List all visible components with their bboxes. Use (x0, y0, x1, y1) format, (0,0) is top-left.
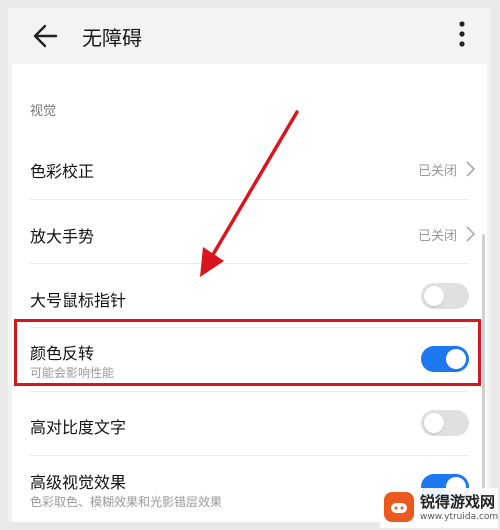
header-divider (12, 64, 487, 74)
setting-label: 高对比度文字 (30, 418, 127, 437)
more-options-icon[interactable] (452, 14, 472, 56)
setting-label: 大号鼠标指针 (30, 291, 127, 310)
watermark-url: www.ytruida.com (420, 512, 499, 522)
watermark: 锐得游戏网 www.ytruida.com (380, 488, 498, 528)
section-title-vision: 视觉 (30, 104, 57, 119)
setting-high-contrast-text: 高对比度文字 (12, 391, 487, 455)
setting-label: 高级视觉效果 (30, 473, 127, 492)
scrollbar[interactable] (482, 234, 485, 522)
chevron-right-icon (463, 160, 477, 178)
watermark-logo-icon (384, 492, 414, 522)
large-pointer-toggle[interactable] (421, 283, 469, 309)
app-bar: 无障碍 (8, 8, 491, 64)
chevron-right-icon (463, 225, 477, 243)
watermark-name: 锐得游戏网 (420, 493, 496, 511)
setting-label: 放大手势 (30, 227, 95, 246)
setting-label: 色彩校正 (30, 162, 95, 181)
back-arrow-icon[interactable] (30, 16, 62, 56)
setting-description: 色彩取色、模糊效果和光影错层效果 (30, 495, 223, 509)
settings-list: 视觉 色彩校正 已关闭 放大手势 已关闭 大号鼠标指针 颜色反转 可能会影响性能… (12, 74, 487, 522)
setting-status: 已关闭 (417, 229, 457, 244)
setting-color-correction[interactable]: 色彩校正 已关闭 (12, 134, 487, 198)
setting-status: 已关闭 (417, 164, 457, 179)
setting-magnification-gesture[interactable]: 放大手势 已关闭 (12, 199, 487, 263)
page-title: 无障碍 (82, 26, 142, 50)
high-contrast-toggle[interactable] (421, 410, 469, 436)
screen: 无障碍 视觉 色彩校正 已关闭 放大手势 已关闭 大号鼠标指针 颜色反转 可能会… (8, 8, 491, 522)
setting-large-mouse-pointer: 大号鼠标指针 (12, 263, 487, 327)
annotation-highlight-box (14, 319, 481, 386)
